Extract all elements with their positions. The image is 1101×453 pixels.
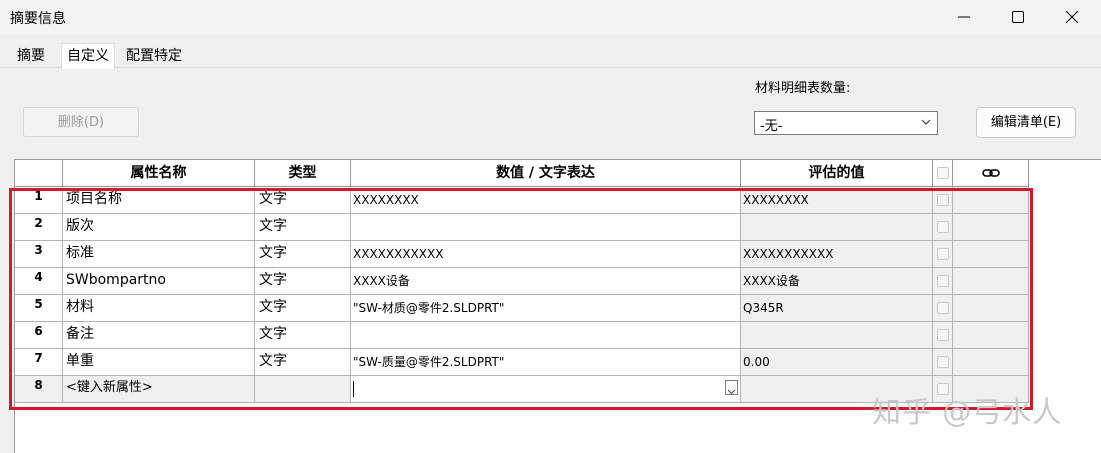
row-checkbox-cell[interactable]: [933, 214, 953, 241]
property-value-cell[interactable]: "SW-材质@零件2.SLDPRT": [351, 295, 741, 322]
select-all-checkbox[interactable]: [937, 167, 949, 179]
evaluated-value-cell: XXXX设备: [741, 268, 933, 295]
bom-quantity-select[interactable]: -无-: [754, 111, 938, 135]
delete-button[interactable]: 删除(D): [23, 107, 139, 137]
header-evaluated-value[interactable]: 评估的值: [741, 160, 933, 187]
minimize-icon: [958, 16, 970, 18]
new-property-name-cell[interactable]: <键入新属性>: [63, 376, 255, 403]
row-checkbox[interactable]: [937, 275, 949, 287]
row-link-cell: [953, 187, 1029, 214]
property-type-cell[interactable]: 文字: [255, 349, 351, 376]
window-title: 摘要信息: [10, 11, 66, 27]
property-type-cell[interactable]: 文字: [255, 295, 351, 322]
maximize-icon: [1012, 11, 1024, 23]
header-type[interactable]: 类型: [255, 160, 351, 187]
property-name-cell[interactable]: 版次: [63, 214, 255, 241]
row-link-cell: [953, 349, 1029, 376]
row-link-cell: [953, 214, 1029, 241]
row-link-cell: [953, 295, 1029, 322]
row-number: 5: [15, 295, 63, 322]
header-checkbox-cell[interactable]: [933, 160, 953, 187]
property-type-cell[interactable]: 文字: [255, 268, 351, 295]
property-type-cell[interactable]: 文字: [255, 214, 351, 241]
row-number: 8: [15, 376, 63, 403]
bom-quantity-value: -无-: [760, 119, 783, 134]
evaluated-value-cell: [741, 322, 933, 349]
row-number: 6: [15, 322, 63, 349]
evaluated-value-cell: [741, 214, 933, 241]
property-value-cell[interactable]: [351, 322, 741, 349]
row-checkbox-cell[interactable]: [933, 241, 953, 268]
link-icon: [981, 169, 1000, 177]
property-value-cell[interactable]: XXXX设备: [351, 268, 741, 295]
row-number: 2: [15, 214, 63, 241]
property-name-cell[interactable]: 项目名称: [63, 187, 255, 214]
tab-config-specific[interactable]: 配置特定: [121, 45, 187, 67]
row-checkbox[interactable]: [937, 194, 949, 206]
row-number: 4: [15, 268, 63, 295]
property-name-cell[interactable]: 标准: [63, 241, 255, 268]
evaluated-value-cell: Q345R: [741, 295, 933, 322]
row-number: 1: [15, 187, 63, 214]
row-checkbox[interactable]: [937, 221, 949, 233]
watermark: 知乎 @弓水人: [872, 395, 1063, 429]
edit-list-button[interactable]: 编辑清单(E): [976, 107, 1076, 138]
chevron-down-icon: [727, 389, 736, 395]
new-property-value-cell[interactable]: [351, 376, 741, 403]
row-number: 7: [15, 349, 63, 376]
row-checkbox[interactable]: [937, 248, 949, 260]
row-link-cell: [953, 268, 1029, 295]
tab-summary[interactable]: 摘要: [12, 45, 50, 67]
row-checkbox-cell[interactable]: [933, 295, 953, 322]
row-number-header: [15, 160, 63, 187]
property-value-cell[interactable]: "SW-质量@零件2.SLDPRT": [351, 349, 741, 376]
chevron-down-icon: [921, 119, 931, 125]
tab-custom[interactable]: 自定义: [61, 43, 115, 69]
property-value-cell[interactable]: [351, 214, 741, 241]
text-cursor: [353, 381, 354, 397]
title-bar: 摘要信息: [0, 0, 1101, 34]
header-link-cell[interactable]: [953, 160, 1029, 187]
property-type-cell[interactable]: 文字: [255, 241, 351, 268]
bom-quantity-label: 材料明细表数量:: [755, 81, 851, 96]
row-link-cell: [953, 241, 1029, 268]
new-property-type-cell[interactable]: [255, 376, 351, 403]
row-checkbox-cell[interactable]: [933, 349, 953, 376]
evaluated-value-cell: 0.00: [741, 349, 933, 376]
tabs-divider: [0, 67, 1101, 68]
row-checkbox[interactable]: [937, 356, 949, 368]
property-type-cell[interactable]: 文字: [255, 187, 351, 214]
row-checkbox-cell[interactable]: [933, 268, 953, 295]
close-button[interactable]: [1049, 0, 1095, 34]
row-checkbox-cell[interactable]: [933, 322, 953, 349]
maximize-button[interactable]: [995, 0, 1041, 34]
header-property-name[interactable]: 属性名称: [63, 160, 255, 187]
header-value-expression[interactable]: 数值 / 文字表达: [351, 160, 741, 187]
minimize-button[interactable]: [941, 0, 987, 34]
property-name-cell[interactable]: SWbompartno: [63, 268, 255, 295]
evaluated-value-cell: XXXXXXXX: [741, 187, 933, 214]
row-checkbox[interactable]: [937, 329, 949, 341]
evaluated-value-cell: XXXXXXXXXXX: [741, 241, 933, 268]
row-checkbox-cell[interactable]: [933, 187, 953, 214]
property-type-cell[interactable]: 文字: [255, 322, 351, 349]
property-name-cell[interactable]: 备注: [63, 322, 255, 349]
value-dropdown-button[interactable]: [725, 380, 738, 395]
row-link-cell: [953, 322, 1029, 349]
property-name-cell[interactable]: 材料: [63, 295, 255, 322]
property-value-cell[interactable]: XXXXXXXXXXX: [351, 241, 741, 268]
close-icon: [1066, 11, 1078, 23]
property-value-cell[interactable]: XXXXXXXX: [351, 187, 741, 214]
property-name-cell[interactable]: 单重: [63, 349, 255, 376]
row-checkbox[interactable]: [937, 302, 949, 314]
row-number: 3: [15, 241, 63, 268]
